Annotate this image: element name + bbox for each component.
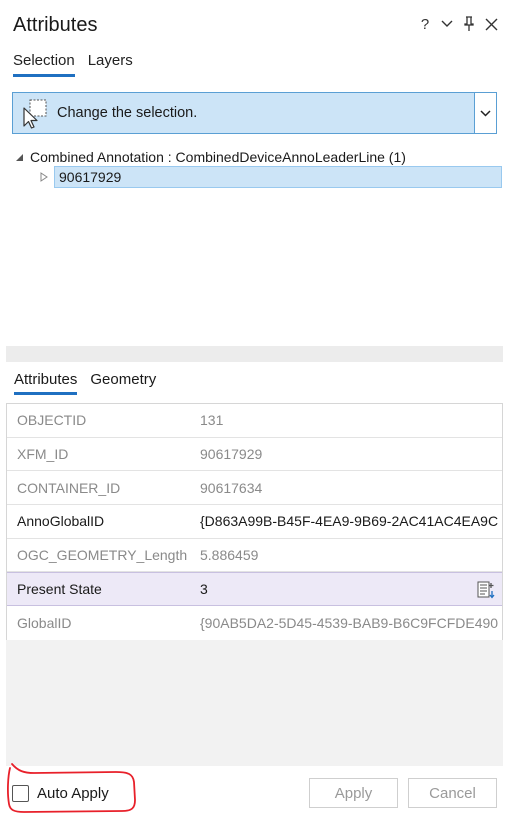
field-value: 90617634 xyxy=(200,479,263,496)
field-name: OGC_GEOMETRY_Length xyxy=(17,547,188,564)
collapsed-triangle-icon[interactable] xyxy=(40,172,48,182)
tab-geometry[interactable]: Geometry xyxy=(90,371,156,395)
field-value: 5.886459 xyxy=(200,547,259,564)
field-name: AnnoGlobalID xyxy=(17,513,105,530)
select-cursor-icon xyxy=(13,93,57,133)
panel-title: Attributes xyxy=(13,14,98,36)
table-row[interactable]: AnnoGlobalID {D863A99B-B45F-4EA9-9B69-2A… xyxy=(7,505,502,539)
tree-layer-node[interactable]: Combined Annotation : CombinedDeviceAnno… xyxy=(14,148,406,166)
expanded-triangle-icon[interactable] xyxy=(14,152,24,162)
field-name: XFM_ID xyxy=(17,446,69,463)
domain-list-icon[interactable] xyxy=(476,580,496,600)
change-selection-button[interactable]: Change the selection. xyxy=(13,93,474,133)
chevron-down-icon xyxy=(480,109,491,117)
tab-selection[interactable]: Selection xyxy=(13,52,75,77)
top-tabs: Selection Layers xyxy=(13,52,133,77)
table-row[interactable]: XFM_ID 90617929 xyxy=(7,438,502,472)
table-row[interactable]: OBJECTID 131 xyxy=(7,404,502,438)
auto-apply-control[interactable]: Auto Apply xyxy=(12,785,109,802)
field-value: 131 xyxy=(200,412,224,429)
field-name: CONTAINER_ID xyxy=(17,479,121,496)
field-value: 90617929 xyxy=(200,446,263,463)
field-name: OBJECTID xyxy=(17,412,87,429)
field-name: GlobalID xyxy=(17,614,72,631)
pin-icon[interactable] xyxy=(461,14,477,34)
help-icon[interactable]: ? xyxy=(417,14,433,34)
selection-tree: Combined Annotation : CombinedDeviceAnno… xyxy=(14,148,406,166)
grid-empty-area xyxy=(6,640,503,766)
tree-layer-label: Combined Annotation : CombinedDeviceAnno… xyxy=(30,149,406,165)
field-value[interactable]: 3 xyxy=(200,581,502,597)
apply-button[interactable]: Apply xyxy=(309,778,398,808)
tab-layers[interactable]: Layers xyxy=(88,52,133,77)
panel-splitter[interactable] xyxy=(6,346,503,362)
title-controls: ? xyxy=(417,14,499,34)
table-row[interactable]: OGC_GEOMETRY_Length 5.886459 xyxy=(7,539,502,573)
options-menu-icon[interactable] xyxy=(439,14,455,34)
cancel-button[interactable]: Cancel xyxy=(408,778,497,808)
selection-dropdown-arrow[interactable] xyxy=(474,93,496,133)
field-name: Present State xyxy=(17,581,102,598)
table-row[interactable]: CONTAINER_ID 90617634 xyxy=(7,471,502,506)
attribute-grid: OBJECTID 131 XFM_ID 90617929 CONTAINER_I… xyxy=(6,403,503,641)
tab-attributes[interactable]: Attributes xyxy=(14,371,78,395)
close-icon[interactable] xyxy=(483,14,499,34)
auto-apply-checkbox[interactable] xyxy=(12,785,29,802)
bottom-tabs: Attributes Geometry xyxy=(14,371,156,395)
change-selection-label: Change the selection. xyxy=(57,105,198,121)
table-row-selected[interactable]: Present State 3 xyxy=(7,572,502,607)
change-selection-dropdown[interactable]: Change the selection. xyxy=(12,92,497,134)
field-value: {90AB5DA2-5D45-4539-BAB9-B6C9FCFDE490 xyxy=(200,614,499,631)
auto-apply-label: Auto Apply xyxy=(37,785,109,802)
table-row[interactable]: GlobalID {90AB5DA2-5D45-4539-BAB9-B6C9FC… xyxy=(7,606,502,640)
field-value[interactable]: {D863A99B-B45F-4EA9-9B69-2AC41AC4EA9C xyxy=(200,513,502,529)
tree-feature-item[interactable]: 90617929 xyxy=(54,166,502,188)
